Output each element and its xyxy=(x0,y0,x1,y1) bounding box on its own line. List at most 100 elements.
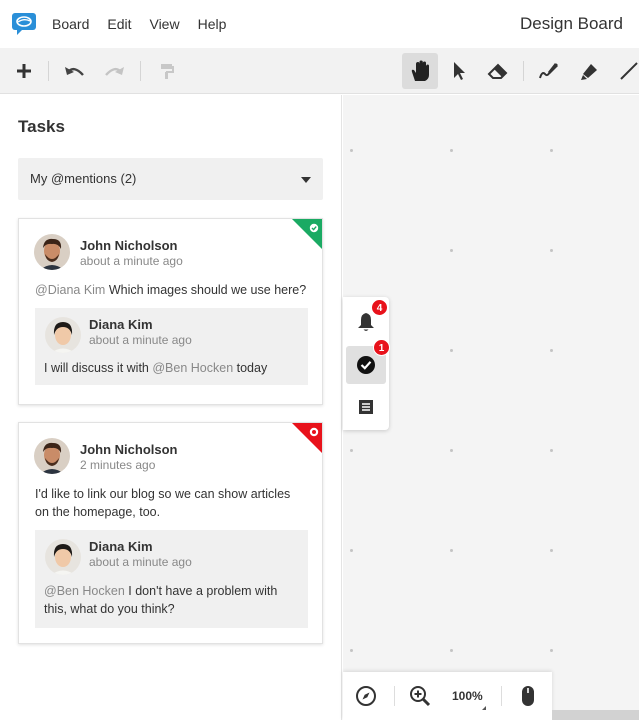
pen-tool-button[interactable] xyxy=(531,53,567,89)
resolved-check-icon[interactable] xyxy=(292,219,322,249)
timestamp: 2 minutes ago xyxy=(80,458,156,472)
mention-link[interactable]: @Ben Hocken xyxy=(152,361,233,375)
redo-icon xyxy=(105,67,124,76)
mouse-icon xyxy=(522,686,534,706)
author-name[interactable]: John Nicholson xyxy=(80,238,178,253)
mentions-filter-dropdown[interactable]: My @mentions (2) xyxy=(18,158,323,200)
timestamp: about a minute ago xyxy=(89,333,192,347)
horizontal-scrollbar[interactable] xyxy=(552,710,639,720)
grid-dot xyxy=(550,149,553,152)
eraser-tool-button[interactable] xyxy=(480,53,516,89)
highlighter-tool-button[interactable] xyxy=(571,53,607,89)
comment-text: I'd like to link our blog so we can show… xyxy=(35,487,291,501)
check-circle-icon xyxy=(357,356,375,374)
filter-label: My @mentions (2) xyxy=(30,171,137,186)
reply: Diana Kim about a minute ago @Ben Hocken… xyxy=(35,530,308,628)
zoom-divider xyxy=(394,686,395,706)
zoom-dropdown-icon[interactable] xyxy=(482,706,486,710)
menu-edit[interactable]: Edit xyxy=(107,16,131,32)
select-tool-button[interactable] xyxy=(441,53,477,89)
grid-dot xyxy=(550,349,553,352)
comment-body: Which images should we use here? xyxy=(105,283,307,297)
compass-icon xyxy=(356,686,376,706)
list-icon xyxy=(359,400,373,414)
reply: Diana Kim about a minute ago I will disc… xyxy=(35,308,308,385)
format-painter-icon xyxy=(161,64,174,79)
zoom-in-button[interactable] xyxy=(408,684,432,708)
app-logo-icon[interactable] xyxy=(12,13,36,35)
author-name[interactable]: John Nicholson xyxy=(80,442,178,457)
chevron-down-icon xyxy=(301,177,311,183)
main-menu: Board Edit View Help xyxy=(52,0,244,48)
highlighter-icon xyxy=(581,64,597,80)
avatar xyxy=(34,234,70,270)
toolbar-divider xyxy=(140,61,141,81)
board-title: Design Board xyxy=(519,14,623,33)
zoom-divider xyxy=(501,686,502,706)
line-icon xyxy=(620,62,638,80)
undo-icon xyxy=(65,67,84,76)
add-button[interactable] xyxy=(6,53,42,89)
task-card[interactable]: John Nicholson 2 minutes ago I'd like to… xyxy=(18,422,323,644)
comment-text: @Diana Kim Which images should we use he… xyxy=(35,281,306,299)
zoom-in-icon xyxy=(410,686,431,707)
eraser-icon xyxy=(487,63,508,79)
grid-dot xyxy=(350,149,353,152)
panel-title: Tasks xyxy=(18,117,65,136)
toolbar xyxy=(0,48,639,94)
grid-dot xyxy=(450,149,453,152)
open-status-icon[interactable] xyxy=(292,423,322,453)
line-tool-button[interactable] xyxy=(610,53,639,89)
add-icon xyxy=(17,64,31,78)
reply-body: I will discuss it with xyxy=(44,361,153,375)
grid-dot xyxy=(450,649,453,652)
grid-dot xyxy=(550,249,553,252)
pen-icon xyxy=(539,63,558,79)
reply-text: I will discuss it with @Ben Hocken today xyxy=(44,359,267,377)
mention-link[interactable]: @Ben Hocken xyxy=(44,584,125,598)
bell-icon xyxy=(358,313,374,331)
grid-dot xyxy=(350,449,353,452)
notification-count-badge: 4 xyxy=(371,299,388,316)
hand-icon xyxy=(411,60,429,81)
reply-text: @Ben Hocken I don't have a problem with xyxy=(44,582,277,600)
notes-button[interactable] xyxy=(346,388,386,426)
menu-view[interactable]: View xyxy=(149,16,179,32)
grid-dot xyxy=(550,649,553,652)
hand-tool-button[interactable] xyxy=(402,53,438,89)
pointer-icon xyxy=(454,62,465,80)
zoom-bar: 100% xyxy=(343,672,552,720)
grid-dot xyxy=(450,349,453,352)
avatar xyxy=(45,317,81,353)
reply-text: this, what do you think? xyxy=(44,602,175,616)
toolbar-divider xyxy=(48,61,49,81)
format-painter-button[interactable] xyxy=(149,53,185,89)
mention-link[interactable]: @Diana Kim xyxy=(35,283,105,297)
task-count-badge: 1 xyxy=(373,339,390,356)
grid-dot xyxy=(350,549,353,552)
timestamp: about a minute ago xyxy=(80,254,183,268)
mouse-mode-button[interactable] xyxy=(516,684,540,708)
redo-button[interactable] xyxy=(96,53,132,89)
zoom-level[interactable]: 100% xyxy=(452,689,483,703)
tasks-panel: Tasks My @mentions (2) John Nicholson ab… xyxy=(0,95,342,720)
avatar xyxy=(34,438,70,474)
timestamp: about a minute ago xyxy=(89,555,192,569)
grid-dot xyxy=(450,249,453,252)
menu-board[interactable]: Board xyxy=(52,16,89,32)
reply-body: I don't have a problem with xyxy=(124,584,278,598)
comment-text: on the homepage, too. xyxy=(35,505,161,519)
task-card[interactable]: John Nicholson about a minute ago @Diana… xyxy=(18,218,323,405)
undo-button[interactable] xyxy=(57,53,93,89)
side-toolbar: 4 1 xyxy=(343,297,390,430)
menu-help[interactable]: Help xyxy=(198,16,227,32)
author-name[interactable]: Diana Kim xyxy=(89,317,153,332)
grid-dot xyxy=(450,549,453,552)
avatar xyxy=(45,539,81,575)
grid-dot xyxy=(350,649,353,652)
reply-body: today xyxy=(233,361,268,375)
navigate-button[interactable] xyxy=(354,684,378,708)
grid-dot xyxy=(550,449,553,452)
grid-dot xyxy=(550,549,553,552)
author-name[interactable]: Diana Kim xyxy=(89,539,153,554)
